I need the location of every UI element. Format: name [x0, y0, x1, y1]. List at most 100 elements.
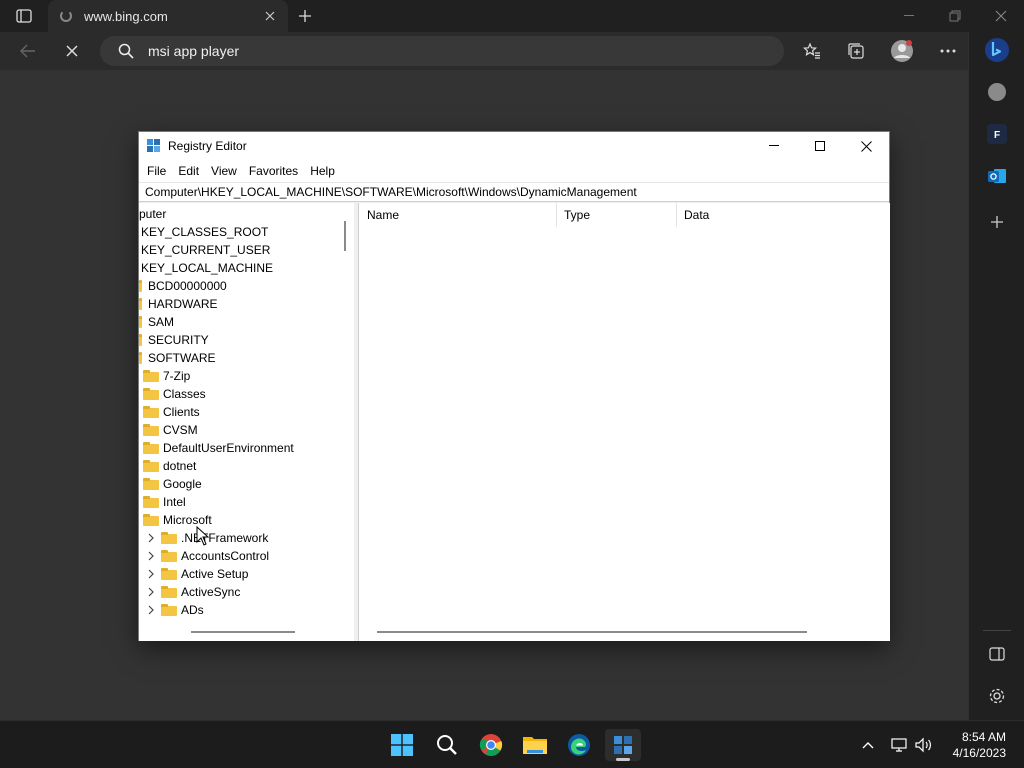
folder-icon: [139, 334, 142, 346]
reg-close-button[interactable]: [843, 132, 889, 160]
tree-item-bcd[interactable]: BCD00000000: [139, 277, 227, 295]
minimize-button[interactable]: [886, 0, 932, 32]
tree-item-dotnet[interactable]: dotnet: [143, 457, 196, 475]
chevron-right-icon[interactable]: [145, 604, 157, 616]
show-hidden-icons-chevron-up-icon[interactable]: [858, 735, 878, 755]
stop-loading-button[interactable]: [58, 37, 86, 65]
start-button[interactable]: [384, 729, 420, 761]
tree-item-computer[interactable]: puter: [139, 205, 166, 223]
search-icon: [118, 43, 134, 64]
more-options-icon[interactable]: [934, 37, 962, 65]
folder-icon: [139, 352, 142, 364]
address-input[interactable]: [148, 36, 748, 66]
folder-icon: [143, 370, 159, 382]
restore-button[interactable]: [932, 0, 978, 32]
tab-close-icon[interactable]: [262, 8, 278, 24]
folder-icon: [143, 442, 159, 454]
tab-actions-icon[interactable]: [8, 6, 40, 26]
taskbar-search-icon[interactable]: [429, 729, 465, 761]
folder-icon: [139, 316, 142, 328]
taskbar-clock[interactable]: 8:54 AM 4/16/2023: [953, 729, 1006, 761]
chevron-right-icon[interactable]: [145, 586, 157, 598]
file-explorer-icon[interactable]: [517, 729, 553, 761]
values-horizontal-scrollbar[interactable]: [359, 623, 890, 641]
tree-item-activesetup[interactable]: Active Setup: [145, 565, 248, 583]
new-tab-button[interactable]: [294, 6, 316, 26]
folder-icon: [143, 514, 159, 526]
registry-values-pane: Name Type Data: [358, 203, 890, 641]
tree-item-cvsm[interactable]: CVSM: [143, 421, 198, 439]
tree-item-accountscontrol[interactable]: AccountsControl: [145, 547, 269, 565]
tree-item-software[interactable]: SOFTWARE: [139, 349, 216, 367]
tree-item-google[interactable]: Google: [143, 475, 202, 493]
folder-icon: [161, 586, 177, 598]
tree-item-clients[interactable]: Clients: [143, 403, 200, 421]
column-header-name[interactable]: Name: [359, 203, 557, 227]
tree-item-7zip[interactable]: 7-Zip: [143, 367, 190, 385]
tree-item-security[interactable]: SECURITY: [139, 331, 209, 349]
chevron-right-icon[interactable]: [145, 550, 157, 562]
folder-icon: [139, 280, 142, 292]
registry-editor-icon: [147, 139, 161, 153]
add-sidebar-app-icon[interactable]: [983, 208, 1011, 236]
tree-item-ads[interactable]: ADs: [145, 601, 204, 619]
scroll-thumb[interactable]: [377, 631, 807, 633]
reg-minimize-button[interactable]: [751, 132, 797, 160]
menu-edit[interactable]: Edit: [172, 164, 205, 178]
tree-item-hklm[interactable]: KEY_LOCAL_MACHINE: [141, 259, 273, 277]
registry-address-bar: [139, 182, 889, 202]
tree-item-hkcu[interactable]: KEY_CURRENT_USER: [141, 241, 270, 259]
collections-icon[interactable]: [842, 37, 870, 65]
tree-horizontal-scrollbar[interactable]: [139, 623, 339, 641]
registry-editor-window: Registry Editor File Edit View Favorites…: [138, 131, 890, 641]
folder-icon: [139, 298, 142, 310]
bing-chat-icon[interactable]: [983, 36, 1011, 64]
address-bar[interactable]: [100, 36, 784, 66]
sidebar-app-icon[interactable]: [983, 78, 1011, 106]
registry-editor-titlebar[interactable]: Registry Editor: [139, 132, 889, 160]
chrome-icon[interactable]: [473, 729, 509, 761]
favorites-icon[interactable]: [798, 37, 826, 65]
chevron-right-icon[interactable]: [145, 568, 157, 580]
volume-icon[interactable]: [914, 735, 934, 755]
sidebar-settings-icon[interactable]: [983, 682, 1011, 710]
network-icon[interactable]: [890, 735, 910, 755]
outlook-icon[interactable]: [983, 162, 1011, 190]
browser-tab-strip: www.bing.com: [0, 0, 1024, 32]
close-window-button[interactable]: [978, 0, 1024, 32]
tree-item-intel[interactable]: Intel: [143, 493, 186, 511]
column-header-data[interactable]: Data: [677, 203, 857, 227]
profile-avatar[interactable]: [888, 37, 916, 65]
sidebar-f-icon[interactable]: F: [983, 120, 1011, 148]
tree-item-defaultuserenvironment[interactable]: DefaultUserEnvironment: [143, 439, 294, 457]
menu-help[interactable]: Help: [304, 164, 341, 178]
tree-item-hardware[interactable]: HARDWARE: [139, 295, 218, 313]
scroll-thumb[interactable]: [191, 631, 295, 633]
registry-address-input[interactable]: [139, 183, 889, 201]
hide-sidebar-icon[interactable]: [983, 640, 1011, 668]
folder-icon: [143, 478, 159, 490]
menu-view[interactable]: View: [205, 164, 243, 178]
clock-time: 8:54 AM: [961, 730, 1006, 744]
tree-item-classes[interactable]: Classes: [143, 385, 206, 403]
reg-maximize-button[interactable]: [797, 132, 843, 160]
folder-icon: [143, 424, 159, 436]
folder-icon: [143, 388, 159, 400]
column-header-type[interactable]: Type: [557, 203, 677, 227]
tree-item-activesync[interactable]: ActiveSync: [145, 583, 240, 601]
chevron-right-icon[interactable]: [145, 532, 157, 544]
back-button[interactable]: [14, 37, 42, 65]
menu-favorites[interactable]: Favorites: [243, 164, 304, 178]
registry-editor-taskbar-icon[interactable]: [605, 729, 641, 761]
edge-icon[interactable]: [561, 729, 597, 761]
tree-item-hkcr[interactable]: KEY_CLASSES_ROOT: [141, 223, 268, 241]
loading-spinner-icon: [60, 10, 72, 22]
tree-item-sam[interactable]: SAM: [139, 313, 174, 331]
sidebar-f-letter: F: [994, 130, 1000, 141]
browser-tab[interactable]: www.bing.com: [48, 0, 288, 32]
registry-editor-title: Registry Editor: [168, 139, 247, 153]
scroll-thumb[interactable]: [344, 221, 346, 251]
tree-vertical-scrollbar[interactable]: [339, 203, 354, 623]
menu-file[interactable]: File: [141, 164, 172, 178]
windows-taskbar: 8:54 AM 4/16/2023: [0, 720, 1024, 768]
